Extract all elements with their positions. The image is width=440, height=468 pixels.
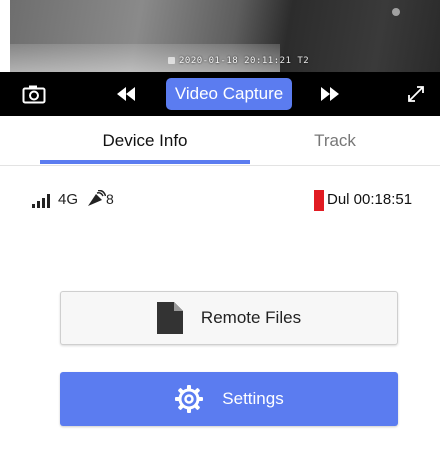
document-icon: [156, 302, 183, 334]
video-capture-button[interactable]: Video Capture: [166, 78, 292, 110]
channel-text: T2: [297, 56, 310, 66]
signal-bars-icon: [32, 194, 50, 208]
recording-indicator: [314, 190, 324, 211]
recording-time: Dul 00:18:51: [327, 191, 413, 208]
tab-device-info[interactable]: Device Info: [40, 116, 250, 166]
video-light: [392, 8, 400, 16]
camera-button[interactable]: [14, 72, 54, 116]
device-status-row: 4G 8 Dul 00:18:51: [0, 188, 440, 212]
satellite-icon: [88, 190, 106, 206]
tab-track[interactable]: Track: [250, 116, 420, 166]
settings-label: Settings: [222, 389, 284, 408]
fast-forward-icon: [321, 87, 339, 101]
control-bar: Video Capture: [0, 72, 440, 116]
video-overlay-icon: [168, 57, 175, 64]
video-timestamp: 2020-01-18 20:11:21 T2: [168, 56, 309, 66]
satellite-count: 8: [106, 191, 114, 207]
expand-icon: [408, 86, 424, 102]
gear-icon: [174, 384, 204, 414]
remote-files-label: Remote Files: [200, 308, 302, 327]
fullscreen-button[interactable]: [396, 72, 436, 116]
camera-icon: [22, 85, 46, 104]
timestamp-text: 2020-01-18 20:11:21: [179, 56, 292, 66]
network-type: 4G: [58, 191, 79, 208]
tab-bar: Device Info Track: [0, 116, 440, 166]
active-tab-indicator: [40, 160, 250, 164]
fast-forward-button[interactable]: [310, 72, 350, 116]
settings-button[interactable]: Settings: [60, 372, 398, 426]
video-preview[interactable]: 2020-01-18 20:11:21 T2: [10, 0, 440, 72]
rewind-icon: [117, 87, 135, 101]
rewind-button[interactable]: [106, 72, 146, 116]
remote-files-button[interactable]: Remote Files: [60, 291, 398, 345]
